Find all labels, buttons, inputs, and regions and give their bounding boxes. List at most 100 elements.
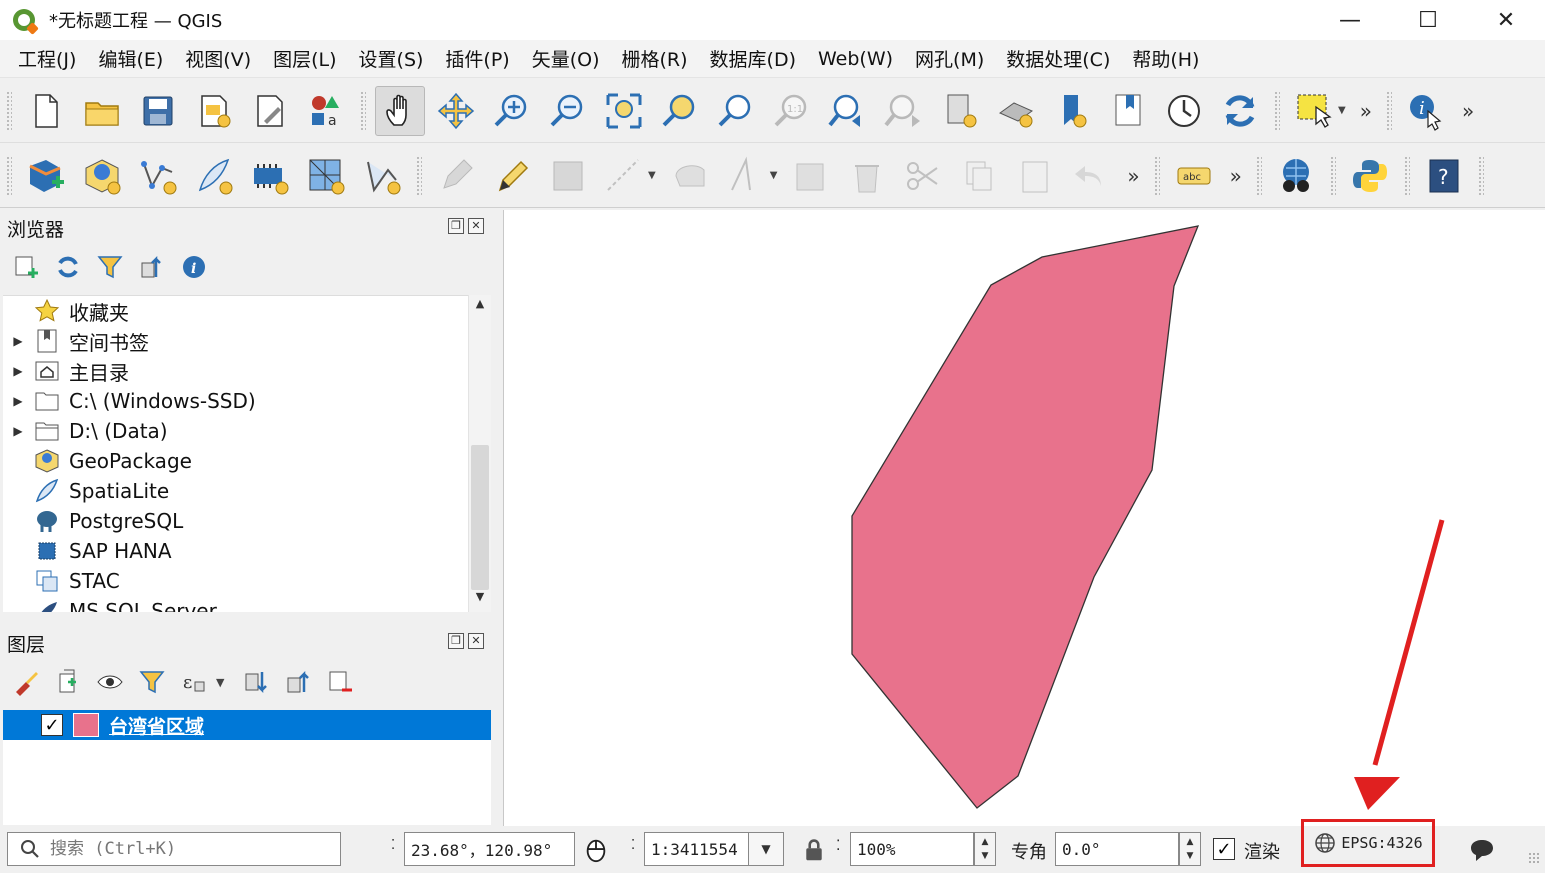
zoom-full-icon[interactable] bbox=[599, 86, 649, 136]
scroll-up-arrow-icon[interactable]: ▲ bbox=[469, 297, 491, 317]
refresh-browser-icon[interactable] bbox=[52, 251, 84, 283]
close-panel-button[interactable]: ✕ bbox=[468, 633, 484, 649]
lock-scale-icon[interactable] bbox=[800, 836, 828, 864]
toolbar-grip[interactable] bbox=[1153, 155, 1160, 196]
browser-scrollbar[interactable]: ▲ ▼ bbox=[468, 295, 491, 612]
rotation-field[interactable]: 0.0° bbox=[1055, 832, 1179, 866]
toggle-editing-icon[interactable] bbox=[487, 151, 537, 201]
toolbar-grip[interactable] bbox=[1255, 155, 1262, 196]
float-panel-button[interactable]: ❐ bbox=[448, 633, 464, 649]
menu-web[interactable]: Web(W) bbox=[808, 48, 903, 70]
tree-item[interactable]: ▶ 主目录 bbox=[3, 356, 491, 386]
help-icon[interactable]: ? bbox=[1419, 151, 1469, 201]
locator-search-box[interactable] bbox=[7, 832, 341, 866]
new-print-layout-icon[interactable] bbox=[189, 86, 239, 136]
zoom-last-icon[interactable] bbox=[823, 86, 873, 136]
toolbar-grip[interactable] bbox=[6, 90, 12, 131]
menu-vector[interactable]: 矢量(O) bbox=[522, 45, 610, 72]
tree-item[interactable]: ▶ 空间书签 bbox=[3, 326, 491, 356]
tree-item[interactable]: SAP HANA bbox=[3, 536, 491, 566]
toolbar-grip[interactable] bbox=[6, 155, 12, 196]
cut-features-icon[interactable] bbox=[898, 151, 948, 201]
rotation-spinbox[interactable]: ▲ ▼ bbox=[1179, 832, 1201, 866]
messages-icon[interactable] bbox=[1468, 836, 1496, 864]
copy-features-icon[interactable] bbox=[954, 151, 1004, 201]
toolbar-grip[interactable] bbox=[1403, 155, 1410, 196]
menu-layer[interactable]: 图层(L) bbox=[263, 45, 346, 72]
tree-item[interactable]: GeoPackage bbox=[3, 446, 491, 476]
mouse-coordinate-toggle-icon[interactable] bbox=[582, 836, 610, 864]
toolbar-overflow-icon[interactable]: » bbox=[1360, 99, 1372, 123]
layer-item[interactable]: ✓ 台湾省区域 bbox=[3, 710, 491, 740]
expand-arrow-icon[interactable]: ▶ bbox=[3, 334, 33, 348]
render-checkbox[interactable]: ✓ bbox=[1213, 838, 1235, 860]
filter-browser-icon[interactable] bbox=[94, 251, 126, 283]
close-button[interactable]: ✕ bbox=[1467, 0, 1545, 40]
current-edits-icon[interactable] bbox=[431, 151, 481, 201]
style-manager-icon[interactable]: a bbox=[301, 86, 351, 136]
undo-icon[interactable] bbox=[1066, 151, 1116, 201]
modify-attributes-icon[interactable] bbox=[721, 151, 771, 201]
layout-manager-icon[interactable] bbox=[245, 86, 295, 136]
filter-legend-icon[interactable] bbox=[136, 666, 168, 698]
open-project-icon[interactable] bbox=[77, 86, 127, 136]
menu-mesh[interactable]: 网孔(M) bbox=[905, 45, 994, 72]
pan-map-icon[interactable] bbox=[375, 85, 425, 136]
vertex-tool-icon[interactable] bbox=[665, 151, 715, 201]
magnifier-field[interactable]: 100% bbox=[850, 832, 974, 866]
save-project-icon[interactable] bbox=[133, 86, 183, 136]
pan-to-selection-icon[interactable] bbox=[431, 86, 481, 136]
expand-arrow-icon[interactable]: ▶ bbox=[3, 364, 33, 378]
filter-by-expression-icon[interactable]: ε bbox=[178, 666, 210, 698]
zoom-out-icon[interactable] bbox=[543, 86, 593, 136]
temporal-controller-icon[interactable] bbox=[1159, 86, 1209, 136]
tree-item[interactable]: PostgreSQL bbox=[3, 506, 491, 536]
toolbar-grip[interactable] bbox=[1329, 155, 1336, 196]
new-mesh-layer-icon[interactable] bbox=[301, 151, 351, 201]
remove-layer-icon[interactable] bbox=[324, 666, 356, 698]
new-virtual-layer-icon[interactable] bbox=[245, 151, 295, 201]
menu-project[interactable]: 工程(J) bbox=[8, 45, 86, 72]
toolbar-grip[interactable] bbox=[360, 90, 366, 131]
metasearch-icon[interactable] bbox=[1271, 151, 1321, 201]
toolbar-grip[interactable] bbox=[1385, 90, 1392, 131]
tree-item[interactable]: ▶ D:\ (Data) bbox=[3, 416, 491, 446]
float-panel-button[interactable]: ❐ bbox=[448, 218, 464, 234]
maximize-button[interactable]: ☐ bbox=[1389, 0, 1467, 40]
scale-dropdown-icon[interactable]: ▼ bbox=[748, 832, 784, 866]
menu-processing[interactable]: 数据处理(C) bbox=[996, 45, 1120, 72]
crs-status-button[interactable]: EPSG:4326 bbox=[1301, 819, 1435, 867]
digitize-dropdown-icon[interactable]: ▼ bbox=[648, 170, 656, 181]
taiwan-region-polygon[interactable] bbox=[851, 225, 1200, 809]
new-3d-map-view-icon[interactable] bbox=[991, 86, 1041, 136]
menu-raster[interactable]: 栅格(R) bbox=[612, 45, 698, 72]
label-tool-icon[interactable]: abc bbox=[1169, 151, 1219, 201]
zoom-next-icon[interactable] bbox=[879, 86, 929, 136]
new-geopackage-layer-icon[interactable] bbox=[77, 151, 127, 201]
collapse-all-layers-icon[interactable] bbox=[282, 666, 314, 698]
edit-table-icon[interactable] bbox=[786, 151, 836, 201]
scale-field[interactable]: 1:3411554 bbox=[644, 832, 752, 866]
magnifier-spinbox[interactable]: ▲ ▼ bbox=[974, 832, 996, 866]
toolbar-overflow-icon[interactable]: » bbox=[1127, 164, 1139, 188]
tree-item[interactable]: SpatiaLite bbox=[3, 476, 491, 506]
menu-plugins[interactable]: 插件(P) bbox=[435, 45, 519, 72]
toolbar-overflow-icon[interactable]: » bbox=[1462, 99, 1474, 123]
coordinate-field[interactable]: 23.68°，120.98° bbox=[404, 832, 575, 866]
new-shapefile-layer-icon[interactable] bbox=[133, 151, 183, 201]
expand-arrow-icon[interactable]: ▶ bbox=[3, 424, 33, 438]
menu-settings[interactable]: 设置(S) bbox=[349, 45, 434, 72]
scroll-thumb[interactable] bbox=[471, 445, 489, 590]
tree-item[interactable]: MS SQL Server bbox=[3, 596, 491, 612]
identify-features-icon[interactable]: i bbox=[1401, 86, 1451, 136]
menu-help[interactable]: 帮助(H) bbox=[1122, 45, 1209, 72]
toolbar-grip[interactable] bbox=[416, 155, 422, 196]
toolbar-overflow-icon[interactable]: » bbox=[1230, 164, 1242, 188]
digitize-line-icon[interactable] bbox=[599, 151, 649, 201]
add-selected-layers-icon[interactable] bbox=[10, 251, 42, 283]
delete-selected-icon[interactable] bbox=[842, 151, 892, 201]
menu-edit[interactable]: 编辑(E) bbox=[88, 45, 173, 72]
map-canvas[interactable] bbox=[503, 210, 1545, 826]
zoom-in-icon[interactable] bbox=[487, 86, 537, 136]
zoom-native-resolution-icon[interactable]: 1:1 bbox=[767, 86, 817, 136]
